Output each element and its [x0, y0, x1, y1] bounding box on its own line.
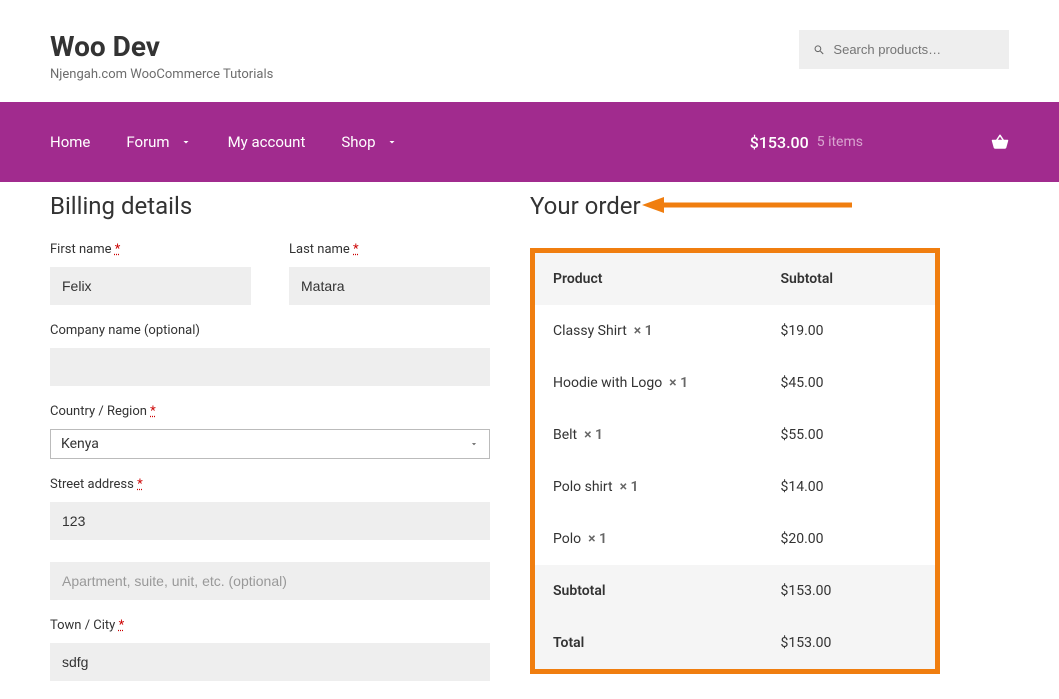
- street-field-group: Street address *: [50, 477, 490, 600]
- product-name: Polo shirt × 1: [553, 479, 781, 495]
- subtotal-label: Subtotal: [553, 583, 781, 599]
- country-label: Country / Region *: [50, 404, 490, 419]
- last-name-label: Last name *: [289, 242, 490, 257]
- company-label: Company name (optional): [50, 323, 490, 338]
- country-select[interactable]: Kenya: [50, 429, 490, 459]
- product-name: Polo × 1: [553, 531, 781, 547]
- site-title[interactable]: Woo Dev: [50, 30, 273, 63]
- order-table-header: Product Subtotal: [535, 253, 935, 305]
- town-field-group: Town / City *: [50, 618, 490, 681]
- cart-total: $153.00: [750, 133, 809, 152]
- total-label: Total: [553, 635, 781, 651]
- cart-items-count: 5 items: [817, 134, 863, 150]
- town-input[interactable]: [50, 643, 490, 681]
- billing-title: Billing details: [50, 192, 490, 220]
- town-label: Town / City *: [50, 618, 490, 633]
- country-field-group: Country / Region * Kenya: [50, 404, 490, 459]
- first-name-field-group: First name *: [50, 242, 251, 305]
- order-total-row: Total $153.00: [535, 617, 935, 669]
- last-name-field-group: Last name *: [289, 242, 490, 305]
- site-tagline: Njengah.com WooCommerce Tutorials: [50, 67, 273, 82]
- nav-item-home[interactable]: Home: [50, 133, 90, 151]
- search-icon: [813, 43, 825, 57]
- order-item-row: Polo × 1 $20.00: [535, 513, 935, 565]
- company-field-group: Company name (optional): [50, 323, 490, 386]
- order-item-row: Classy Shirt × 1 $19.00: [535, 305, 935, 357]
- order-item-row: Polo shirt × 1 $14.00: [535, 461, 935, 513]
- annotation-arrow-icon: [642, 196, 852, 214]
- order-item-row: Belt × 1 $55.00: [535, 409, 935, 461]
- subtotal-value: $153.00: [781, 583, 918, 599]
- product-subtotal: $45.00: [781, 375, 918, 391]
- billing-section: Billing details First name * Last name *…: [50, 192, 490, 699]
- site-branding: Woo Dev Njengah.com WooCommerce Tutorial…: [50, 30, 273, 82]
- first-name-label: First name *: [50, 242, 251, 257]
- nav-label: Shop: [341, 133, 375, 151]
- order-section: Your order Product Subtotal Classy Shirt…: [530, 192, 1009, 699]
- order-table: Product Subtotal Classy Shirt × 1 $19.00…: [535, 253, 935, 669]
- search-box[interactable]: [799, 30, 1009, 69]
- product-subtotal: $20.00: [781, 531, 918, 547]
- street-input[interactable]: [50, 502, 490, 540]
- order-item-row: Hoodie with Logo × 1 $45.00: [535, 357, 935, 409]
- chevron-down-icon: [386, 136, 398, 148]
- nav-label: My account: [228, 133, 306, 151]
- product-name: Hoodie with Logo × 1: [553, 375, 781, 391]
- nav-item-account[interactable]: My account: [228, 133, 306, 151]
- page-header: Woo Dev Njengah.com WooCommerce Tutorial…: [0, 0, 1059, 102]
- chevron-down-icon: [180, 136, 192, 148]
- subtotal-col-header: Subtotal: [781, 271, 918, 287]
- street-label: Street address *: [50, 477, 490, 492]
- checkout-content: Billing details First name * Last name *…: [0, 182, 1059, 699]
- last-name-input[interactable]: [289, 267, 490, 305]
- nav-menu: Home Forum My account Shop: [50, 133, 398, 151]
- cart-summary[interactable]: $153.00 5 items: [750, 133, 1009, 152]
- order-subtotal-row: Subtotal $153.00: [535, 565, 935, 617]
- nav-label: Forum: [126, 133, 169, 151]
- first-name-input[interactable]: [50, 267, 251, 305]
- basket-icon: [991, 133, 1009, 151]
- total-value: $153.00: [781, 635, 918, 651]
- nav-label: Home: [50, 133, 90, 151]
- product-subtotal: $19.00: [781, 323, 918, 339]
- product-name: Classy Shirt × 1: [553, 323, 781, 339]
- country-value: Kenya: [61, 436, 99, 452]
- product-col-header: Product: [553, 271, 781, 287]
- nav-item-shop[interactable]: Shop: [341, 133, 397, 151]
- product-subtotal: $55.00: [781, 427, 918, 443]
- search-input[interactable]: [833, 42, 995, 57]
- company-input[interactable]: [50, 348, 490, 386]
- chevron-down-icon: [469, 439, 479, 449]
- order-review-box: Product Subtotal Classy Shirt × 1 $19.00…: [530, 248, 940, 674]
- product-name: Belt × 1: [553, 427, 781, 443]
- apartment-input[interactable]: [50, 562, 490, 600]
- nav-item-forum[interactable]: Forum: [126, 133, 191, 151]
- product-subtotal: $14.00: [781, 479, 918, 495]
- main-nav: Home Forum My account Shop $153.00 5 ite…: [0, 102, 1059, 182]
